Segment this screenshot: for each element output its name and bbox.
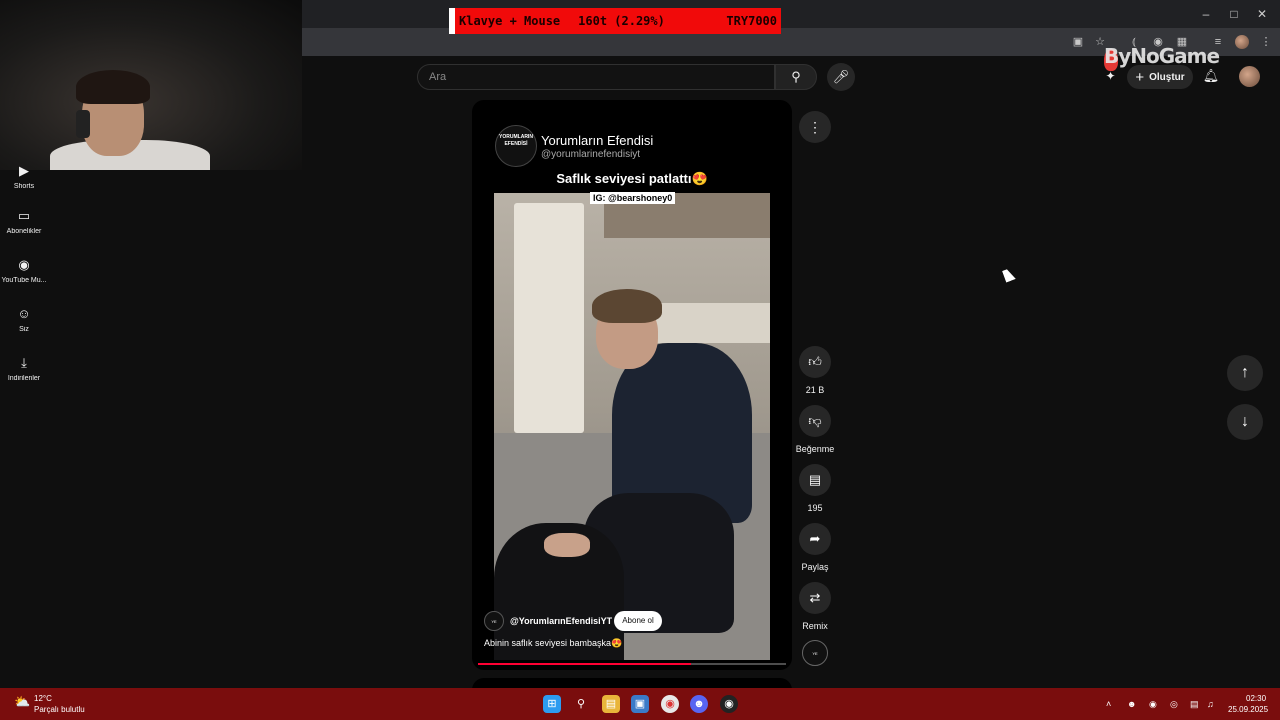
webcam-hair	[76, 70, 150, 104]
webcam-overlay	[0, 0, 302, 170]
cast-icon[interactable]: ▣	[1071, 35, 1085, 49]
instagram-tag: IG: @bearshoney0	[590, 192, 676, 204]
microphone-icon: 🎤︎	[832, 69, 850, 84]
comment-count: 195	[807, 503, 823, 513]
windows-start-icon[interactable]: ⊞	[543, 695, 561, 713]
guide-item-you[interactable]: ☺ Siz	[0, 306, 48, 333]
guide-item-youtube-music[interactable]: ◉ YouTube Mu...	[0, 257, 48, 284]
channel-avatar-small[interactable]: YE	[802, 640, 828, 666]
chrome-icon[interactable]: ◉	[661, 695, 679, 713]
progress-bar-fill	[478, 663, 691, 665]
like-count: 21 B	[805, 385, 825, 395]
video-title: Saflık seviyesi patlattı😍	[556, 171, 708, 186]
arrow-up-icon: ↑	[1241, 364, 1249, 381]
banner-amount: 160t (2.29%)	[578, 14, 665, 28]
dislike-action[interactable]: 👎︎ Beğenme	[791, 405, 839, 454]
share-label: Paylaş	[801, 562, 829, 572]
create-button-label: Oluştur	[1149, 71, 1185, 83]
discord-icon[interactable]: ☻	[690, 695, 708, 713]
account-avatar[interactable]	[1239, 66, 1260, 87]
user-icon: ☺	[17, 306, 31, 321]
weather-cloud-icon[interactable]: ⛅	[14, 694, 32, 710]
webcam-headset	[76, 110, 90, 138]
search-input[interactable]: Ara	[417, 64, 775, 90]
clock-date[interactable]: 25.09.2025	[1228, 705, 1268, 714]
video-frame[interactable]	[494, 193, 770, 660]
tray-network-icon[interactable]: ▤	[1190, 699, 1199, 710]
overlay-channel-logo[interactable]: YE	[484, 611, 504, 631]
search-button[interactable]: ⚲	[775, 64, 817, 90]
notifications-bell-icon[interactable]: 🔔︎	[1202, 68, 1220, 86]
tray-volume-icon[interactable]: ♫	[1207, 699, 1214, 709]
sparkle-extension-icon[interactable]: ✦	[1103, 69, 1118, 84]
weather-description[interactable]: Parçalı bulutlu	[34, 705, 85, 714]
thumbs-down-icon[interactable]: 👎︎	[799, 405, 831, 437]
guide-item-label: İndirilenler	[7, 375, 41, 382]
minimize-icon[interactable]: –	[1196, 6, 1216, 22]
maximize-icon[interactable]: □	[1224, 6, 1244, 22]
share-arrow-icon[interactable]: ➦	[799, 523, 831, 555]
fridge	[514, 203, 584, 433]
subscribe-button[interactable]: Abone ol	[614, 611, 662, 631]
remix-label: Remix	[802, 621, 828, 631]
previous-short-button[interactable]: ↑	[1227, 355, 1263, 391]
comments-action[interactable]: ▤ 195	[791, 464, 839, 513]
thumbs-up-icon[interactable]: 👍︎	[799, 346, 831, 378]
banner-item: Klavye + Mouse	[459, 14, 561, 28]
person-hair	[592, 289, 662, 323]
browser-profile-avatar[interactable]	[1235, 35, 1249, 49]
subscriptions-icon: ▭	[17, 208, 31, 223]
banner-goal: TRY7000	[726, 14, 777, 28]
guide-item-shorts[interactable]: ▶ Shorts	[0, 163, 48, 190]
weather-temperature[interactable]: 12°C	[34, 694, 52, 703]
guide-item-label: Abonelikler	[6, 228, 42, 235]
video-description: Abinin saflık seviyesi bambaşka😍	[484, 638, 623, 648]
guide-item-label: Siz	[19, 326, 29, 333]
like-action[interactable]: 👍︎ 21 B	[791, 346, 839, 395]
hands	[544, 533, 590, 557]
guide-item-subscriptions[interactable]: ▭ Abonelikler	[0, 208, 48, 235]
search-icon[interactable]: ⚲	[572, 695, 590, 713]
plus-icon: +	[1135, 68, 1145, 86]
clock-time[interactable]: 02:30	[1246, 694, 1266, 703]
more-vertical-icon: ⋮	[808, 119, 822, 135]
voice-search-button[interactable]: 🎤︎	[827, 63, 855, 91]
download-icon: ⤓	[21, 355, 27, 370]
tray-microphone-icon[interactable]: ◎	[1170, 699, 1178, 710]
donation-goal-banner: Klavye + Mouse 160t (2.29%) TRY7000	[449, 8, 781, 34]
overlay-channel-name[interactable]: @YorumlarınEfendisiYT	[510, 616, 612, 626]
more-options-button[interactable]: ⋮	[799, 111, 831, 143]
comment-icon[interactable]: ▤	[799, 464, 831, 496]
dislike-label: Beğenme	[795, 444, 835, 454]
arrow-down-icon: ↓	[1241, 413, 1249, 430]
remix-icon[interactable]: ⇄	[799, 582, 831, 614]
close-icon[interactable]: ✕	[1252, 6, 1272, 22]
channel-logo[interactable]: YORUMLARIN EFENDİSİ	[495, 125, 537, 167]
channel-name: Yorumların Efendisi	[541, 133, 654, 148]
guide-item-label: Shorts	[13, 183, 35, 190]
create-button[interactable]: + Oluştur	[1127, 65, 1193, 89]
tray-chevron-up-icon[interactable]: ˄	[1106, 699, 1111, 709]
tray-discord-icon[interactable]: ☻	[1127, 699, 1136, 709]
search-icon: ⚲	[791, 69, 801, 84]
shorts-icon: ▶	[19, 163, 29, 178]
share-action[interactable]: ➦ Paylaş	[791, 523, 839, 572]
youtube-music-icon: ◉	[18, 257, 30, 272]
tray-steam-icon[interactable]: ◉	[1149, 699, 1157, 710]
mouse-cursor-icon	[1002, 267, 1016, 283]
guide-item-label: YouTube Mu...	[1, 277, 47, 284]
obs-icon[interactable]: ◉	[720, 695, 738, 713]
kitchen-counter	[654, 303, 770, 343]
remix-action[interactable]: ⇄ Remix	[791, 582, 839, 631]
browser-menu-icon[interactable]: ⋮	[1259, 35, 1273, 49]
task-view-icon[interactable]: ▣	[631, 695, 649, 713]
channel-handle: @yorumlarinefendisiyt	[541, 149, 641, 160]
guide-item-downloads[interactable]: ⤓ İndirilenler	[0, 355, 48, 382]
next-short-button[interactable]: ↓	[1227, 404, 1263, 440]
file-explorer-icon[interactable]: ▤	[602, 695, 620, 713]
